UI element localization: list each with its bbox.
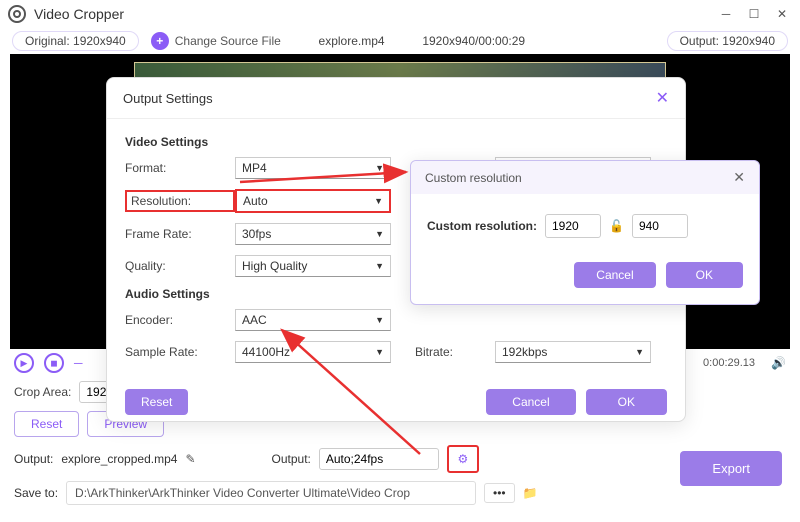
change-source-button[interactable]: + Change Source File [151,32,281,50]
output-filename: explore_cropped.mp4 [61,452,177,466]
chevron-down-icon: ▼ [375,163,384,173]
maximize-button[interactable]: ☐ [744,4,764,24]
custom-height-input[interactable] [632,214,688,238]
crop-area-label: Crop Area: [14,385,71,399]
browse-button[interactable]: ••• [484,483,515,503]
custom-resolution-popup: Custom resolution ✕ Custom resolution: 🔓… [410,160,760,305]
modal-title: Output Settings [123,91,213,106]
modal-reset-button[interactable]: Reset [125,389,188,415]
save-path-field[interactable]: D:\ArkThinker\ArkThinker Video Converter… [66,481,476,505]
output-format-field[interactable] [319,448,439,470]
output-settings-highlight: ⚙ [447,445,479,473]
app-title: Video Cropper [34,6,124,22]
chevron-down-icon: ▼ [375,315,384,325]
resolution-label: Resolution: [125,190,235,212]
chevron-down-icon: ▼ [375,347,384,357]
reset-button[interactable]: Reset [14,411,79,437]
current-filename: explore.mp4 [293,34,411,48]
framerate-label: Frame Rate: [125,227,235,241]
export-button[interactable]: Export [680,451,782,486]
modal-ok-button[interactable]: OK [586,389,667,415]
quality-select[interactable]: High Quality▼ [235,255,391,277]
audio-encoder-select[interactable]: AAC▼ [235,309,391,331]
quality-label: Quality: [125,259,235,273]
app-logo-icon [8,5,26,23]
chevron-down-icon: ▼ [635,347,644,357]
popup-cancel-button[interactable]: Cancel [574,262,655,288]
samplerate-label: Sample Rate: [125,345,235,359]
info-bar: Original: 1920x940 + Change Source File … [0,28,800,54]
dimensions-duration: 1920x940/00:00:29 [422,34,525,48]
minimize-button[interactable]: ─ [716,4,736,24]
samplerate-select[interactable]: 44100Hz▼ [235,341,391,363]
chevron-down-icon: ▼ [374,196,383,206]
chevron-down-icon: ▼ [375,261,384,271]
volume-icon[interactable]: 🔊 [771,356,786,370]
format-label: Format: [125,161,235,175]
popup-close-icon[interactable]: ✕ [733,169,745,186]
output-dimensions: Output: 1920x940 [667,31,788,51]
original-dimensions: Original: 1920x940 [12,31,139,51]
output-label: Output: [14,452,53,466]
audio-encoder-label: Encoder: [125,313,235,327]
chevron-down-icon: ▼ [375,229,384,239]
unlock-icon[interactable]: 🔓 [609,219,624,233]
change-source-label: Change Source File [175,34,281,48]
stop-button[interactable]: ◼ [44,353,64,373]
popup-title: Custom resolution [425,171,522,185]
close-button[interactable]: ✕ [772,4,792,24]
time-display: 0:00:29.13 [703,357,755,369]
output-format-label: Output: [272,452,311,466]
format-select[interactable]: MP4▼ [235,157,391,179]
popup-ok-button[interactable]: OK [666,262,743,288]
video-settings-heading: Video Settings [125,135,667,149]
plus-icon: + [151,32,169,50]
gear-icon[interactable]: ⚙ [454,450,472,468]
resolution-select[interactable]: Auto▼ [235,189,391,213]
edit-filename-icon[interactable]: ✎ [185,452,195,466]
custom-width-input[interactable] [545,214,601,238]
modal-close-icon[interactable]: ✕ [656,88,669,108]
timeline-handle-icon[interactable]: ─ [74,356,83,370]
bitrate-label: Bitrate: [415,345,495,359]
play-button[interactable]: ▶ [14,353,34,373]
save-to-label: Save to: [14,486,58,500]
modal-cancel-button[interactable]: Cancel [486,389,575,415]
open-folder-icon[interactable]: 📁 [523,486,538,500]
bitrate-select[interactable]: 192kbps▼ [495,341,651,363]
custom-resolution-label: Custom resolution: [427,219,537,233]
titlebar: Video Cropper ─ ☐ ✕ [0,0,800,28]
framerate-select[interactable]: 30fps▼ [235,223,391,245]
